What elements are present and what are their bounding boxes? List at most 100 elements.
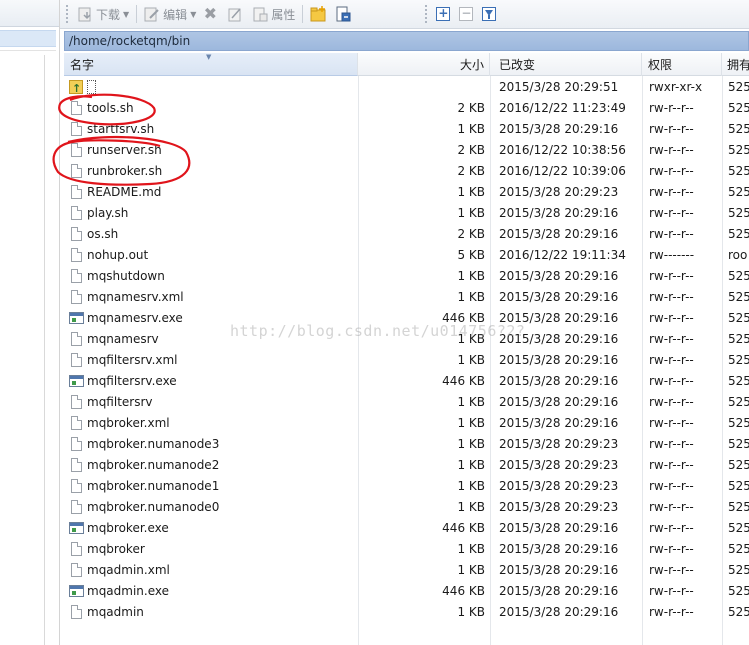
parent-directory-row[interactable]: 2015/3/28 20:29:51 rwxr-xr-x 525 [64,77,749,98]
file-icon [69,434,85,455]
properties-icon [252,6,268,22]
file-row[interactable]: runserver.sh 2 KB 2016/12/22 10:38:56 rw-r-… [64,140,749,161]
file-name: runbroker.sh [87,164,163,178]
toolbar-separator [302,5,304,23]
file-owner: 525 [728,80,749,94]
file-row[interactable]: README.md 1 KB 2015/3/28 20:29:23 rw-r--r--… [64,182,749,203]
new-file-button[interactable] [332,3,357,25]
file-owner: 525 [728,185,749,199]
file-row[interactable]: os.sh 2 KB 2015/3/28 20:29:16 rw-r--r-- 525 [64,224,749,245]
file-icon [69,392,85,413]
file-size: 5 KB [457,248,485,262]
file-permissions: rw-r--r-- [649,122,694,136]
file-row[interactable]: mqadmin.xml 1 KB 2015/3/28 20:29:16 rw-r--r… [64,560,749,581]
path-bar[interactable]: /home/rocketqm/bin [64,31,749,51]
file-owner: 525 [728,542,749,556]
expand-button[interactable]: + [433,3,456,25]
sort-indicator-icon: ▼ [206,53,212,61]
file-row[interactable]: mqfiltersrv 1 KB 2015/3/28 20:29:16 rw-r--r… [64,392,749,413]
file-row[interactable]: mqfiltersrv.xml 1 KB 2015/3/28 20:29:16 rw-… [64,350,749,371]
file-icon [69,161,85,182]
file-permissions: rw-r--r-- [649,332,694,346]
column-header: 名字 ▼ 大小 已改变 权限 拥有 [64,53,749,76]
delete-icon: ✖ [203,4,218,23]
column-owner-header[interactable]: 拥有 [722,53,749,76]
column-size-header[interactable]: 大小 [358,53,490,76]
file-owner: 525 [728,605,749,619]
file-row[interactable]: play.sh 1 KB 2015/3/28 20:29:16 rw-r--r-- 52… [64,203,749,224]
file-owner: 525 [728,395,749,409]
file-size: 2 KB [457,143,485,157]
file-size: 1 KB [457,500,485,514]
file-name: runserver.sh [87,143,162,157]
edit-dropdown-icon[interactable]: ▼ [190,10,196,19]
file-permissions: rw-r--r-- [649,500,694,514]
file-owner: 525 [728,416,749,430]
file-row[interactable]: mqbroker 1 KB 2015/3/28 20:29:16 rw-r--r-- 5… [64,539,749,560]
collapse-button[interactable]: − [456,3,479,25]
file-size: 446 KB [442,584,485,598]
toolbar-grip[interactable] [66,5,70,23]
file-row[interactable]: mqnamesrv.xml 1 KB 2015/3/28 20:29:16 rw-r-… [64,287,749,308]
file-owner: roo [728,248,748,262]
file-permissions: rw-r--r-- [649,143,694,157]
left-pane-toolbar [0,0,59,27]
file-permissions: rw-r--r-- [649,521,694,535]
file-owner: 525 [728,101,749,115]
download-dropdown-icon[interactable]: ▼ [123,10,129,19]
file-size: 1 KB [457,185,485,199]
file-row[interactable]: mqadmin.exe 446 KB 2015/3/28 20:29:16 rw-r-… [64,581,749,602]
exe-icon [69,308,85,329]
file-permissions: rw------- [649,248,695,262]
file-icon [69,329,85,350]
file-row[interactable]: mqadmin 1 KB 2015/3/28 20:29:16 rw-r--r-- 52… [64,602,749,623]
filter-button[interactable] [479,3,502,25]
file-name: nohup.out [87,248,149,262]
left-pane-selected-item[interactable] [0,30,56,47]
file-name: mqadmin [87,605,144,619]
file-row[interactable]: mqbroker.numanode3 1 KB 2015/3/28 20:29:23… [64,434,749,455]
filter-icon [482,7,497,21]
file-row[interactable]: nohup.out 5 KB 2016/12/22 19:11:34 rw------… [64,245,749,266]
file-owner: 525 [728,164,749,178]
column-name-header[interactable]: 名字 ▼ [64,53,358,76]
file-size: 2 KB [457,164,485,178]
file-size: 1 KB [457,563,485,577]
file-row[interactable]: mqbroker.numanode0 1 KB 2015/3/28 20:29:23… [64,497,749,518]
file-row[interactable]: mqbroker.numanode2 1 KB 2015/3/28 20:29:23… [64,455,749,476]
new-folder-button[interactable] [307,3,332,25]
rename-button[interactable] [224,3,249,25]
file-owner: 525 [728,584,749,598]
file-date: 2015/3/28 20:29:16 [499,521,619,535]
edit-button[interactable]: 编辑 ▼ [141,3,199,25]
delete-button[interactable]: ✖ [199,3,224,25]
download-button[interactable]: 下载 ▼ [74,3,132,25]
file-icon [69,413,85,434]
file-row[interactable]: startfsrv.sh 1 KB 2015/3/28 20:29:16 rw-r--… [64,119,749,140]
file-row[interactable]: mqbroker.xml 1 KB 2015/3/28 20:29:16 rw-r--… [64,413,749,434]
file-row[interactable]: tools.sh 2 KB 2016/12/22 11:23:49 rw-r--r--… [64,98,749,119]
toolbar-grip[interactable] [425,5,429,23]
file-permissions: rw-r--r-- [649,374,694,388]
file-icon [69,224,85,245]
file-name: mqshutdown [87,269,165,283]
file-name: mqbroker [87,542,145,556]
properties-button[interactable]: 属性 [249,3,298,25]
file-row[interactable]: mqfiltersrv.exe 446 KB 2015/3/28 20:29:16 r… [64,371,749,392]
file-permissions: rw-r--r-- [649,269,694,283]
file-date: 2015/3/28 20:29:16 [499,353,619,367]
file-owner: 525 [728,479,749,493]
file-icon [69,476,85,497]
file-row[interactable]: mqbroker.numanode1 1 KB 2015/3/28 20:29:23… [64,476,749,497]
file-name: mqfiltersrv.xml [87,353,178,367]
file-date: 2015/3/28 20:29:51 [499,80,619,94]
file-row[interactable]: runbroker.sh 2 KB 2016/12/22 10:39:06 rw-r-… [64,161,749,182]
exe-icon [69,371,85,392]
column-modified-header[interactable]: 已改变 [490,53,642,76]
file-name: mqbroker.numanode1 [87,479,220,493]
edit-icon [144,6,160,22]
file-row[interactable]: mqbroker.exe 446 KB 2015/3/28 20:29:16 rw-r… [64,518,749,539]
file-row[interactable]: mqshutdown 1 KB 2015/3/28 20:29:16 rw-r--r-… [64,266,749,287]
file-name: mqbroker.numanode0 [87,500,220,514]
column-permissions-header[interactable]: 权限 [642,53,722,76]
